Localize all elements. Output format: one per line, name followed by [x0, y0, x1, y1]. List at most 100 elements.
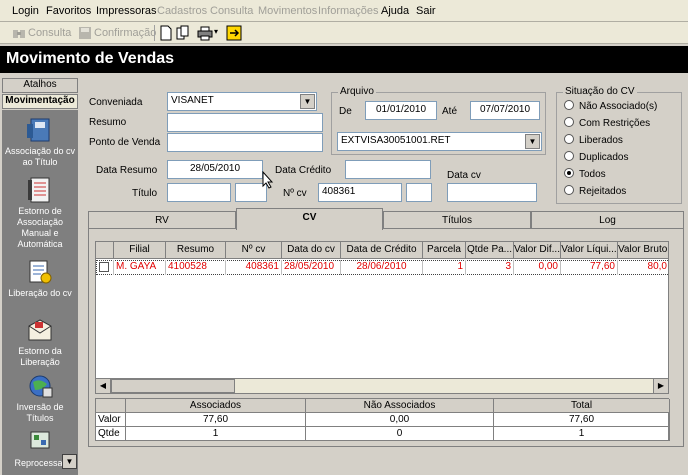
grid-header-select[interactable]: [96, 242, 114, 259]
numero-cv-sub-input[interactable]: [406, 183, 432, 202]
document-icon: [29, 260, 52, 284]
window-title: Movimento de Vendas: [6, 50, 175, 67]
data-cv-input[interactable]: [447, 183, 537, 202]
exit-icon[interactable]: [226, 25, 242, 41]
grid-header-numero-cv[interactable]: Nº cv: [226, 242, 282, 259]
tab-cv[interactable]: CV: [236, 208, 383, 230]
menu-movimentos: Movimentos: [258, 5, 318, 17]
data-cv-label: Data cv: [447, 170, 481, 181]
sidebar-scroll-down-button[interactable]: ▼: [62, 454, 77, 469]
cell-numero-cv: 408361: [226, 260, 282, 275]
conveniada-select[interactable]: VISANET ▼: [167, 92, 317, 111]
grid-header-data-cv[interactable]: Data do cv: [282, 242, 341, 259]
sidebar-item-estorno-associacao[interactable]: Estorno de Associação Manual e Automátic…: [2, 176, 78, 250]
menu-consulta: Consulta: [210, 5, 254, 17]
radio-circle-icon: [564, 134, 574, 144]
sidebar-item-estorno-liberacao[interactable]: Estorno da Liberação: [2, 316, 78, 368]
totals-qtde-total: 1: [494, 427, 670, 441]
radio-circle-icon: [564, 151, 574, 161]
titulo-label: Título: [132, 188, 158, 199]
scroll-left-icon[interactable]: ◀: [96, 379, 111, 393]
sidebar-tab-atalhos[interactable]: Atalhos: [2, 78, 78, 93]
radio-circle-icon: [564, 117, 574, 127]
arquivo-file-select[interactable]: EXTVISA30051001.RET ▼: [337, 132, 542, 151]
radio-duplicados[interactable]: Duplicados: [564, 151, 628, 163]
grid-header-filial[interactable]: Filial: [114, 242, 166, 259]
totals-qtde-associados: 1: [126, 427, 306, 441]
grid-header-valor-liquido[interactable]: Valor Líqui...: [561, 242, 618, 259]
ponto-de-venda-input[interactable]: [167, 133, 323, 152]
arquivo-de-label: De: [339, 106, 352, 117]
arquivo-ate-input[interactable]: 07/07/2010: [470, 101, 540, 120]
toolbar: Consulta Confirmação ▾: [0, 22, 688, 44]
grid-header-valor-diferenca[interactable]: Valor Dif...: [514, 242, 561, 259]
tab-titulos[interactable]: Títulos: [383, 211, 531, 229]
grid-header-parcela[interactable]: Parcela: [423, 242, 466, 259]
data-resumo-input[interactable]: 28/05/2010: [167, 160, 263, 179]
radio-com-restricoes[interactable]: Com Restrições: [564, 117, 650, 129]
confirmacao-button[interactable]: Confirmação: [94, 27, 156, 39]
arquivo-ate-label: Até: [442, 106, 458, 117]
arquivo-de-input[interactable]: 01/01/2010: [365, 101, 437, 120]
grid-header-qtde-parcelas[interactable]: Qtde Pa...: [466, 242, 514, 259]
menu-cadastros: Cadastros: [157, 5, 208, 17]
resumo-input[interactable]: [167, 113, 323, 132]
cell-filial: M. GAYA: [114, 260, 166, 275]
sidebar-item-liberacao[interactable]: Liberação do cv: [2, 258, 78, 299]
sidebar-item-inversao[interactable]: Inversão de Títulos: [2, 372, 78, 424]
process-icon: [30, 431, 50, 449]
radio-rejeitados[interactable]: Rejeitados: [564, 185, 626, 197]
menu-login[interactable]: Login: [12, 5, 39, 17]
cell-resumo: 4100528: [166, 260, 226, 275]
totals-valor-associados: 77,60: [126, 413, 306, 427]
radio-checked-icon: [564, 168, 574, 178]
new-document-icon[interactable]: [159, 25, 173, 41]
binder-icon: [27, 118, 50, 142]
radio-circle-icon: [564, 185, 574, 195]
chevron-down-icon[interactable]: ▼: [525, 134, 540, 149]
sidebar-item-associacao[interactable]: Associação do cv ao Título: [2, 116, 78, 168]
grid-header-valor-bruto[interactable]: Valor Bruto...: [618, 242, 668, 259]
printer-icon[interactable]: [197, 25, 213, 41]
chevron-down-icon[interactable]: ▾: [214, 27, 218, 36]
data-credito-input[interactable]: [345, 160, 431, 179]
cell-valor-bruto: 80,0: [618, 260, 668, 275]
globe-icon: [29, 375, 53, 398]
radio-todos[interactable]: Todos: [564, 168, 606, 180]
situacao-group-title: Situação do CV: [563, 86, 637, 97]
menu-ajuda[interactable]: Ajuda: [381, 5, 409, 17]
consulta-button[interactable]: Consulta: [28, 27, 71, 39]
numero-cv-input[interactable]: 408361: [318, 183, 402, 202]
titulo-input[interactable]: [167, 183, 231, 202]
conveniada-label: Conveniada: [89, 97, 143, 108]
ponto-de-venda-label: Ponto de Venda: [89, 137, 161, 148]
totals-row-label-qtde: Qtde: [96, 427, 126, 441]
menu-impressoras[interactable]: Impressoras: [96, 5, 157, 17]
cell-valor-liquido: 77,60: [561, 260, 618, 275]
row-checkbox[interactable]: [96, 260, 114, 275]
menu-sair[interactable]: Sair: [416, 5, 436, 17]
menu-favoritos[interactable]: Favoritos: [46, 5, 91, 17]
scroll-thumb[interactable]: [111, 379, 235, 393]
totals-header-total: Total: [494, 399, 670, 413]
chevron-down-icon[interactable]: ▼: [300, 94, 315, 109]
binoculars-icon: [13, 30, 25, 38]
mouse-cursor-icon: [262, 171, 274, 189]
grid-header-resumo[interactable]: Resumo: [166, 242, 226, 259]
checkbox-icon[interactable]: [99, 262, 109, 272]
sidebar-tab-movimentacao[interactable]: Movimentação: [2, 94, 78, 109]
cell-valor-diferenca: 0,00: [514, 260, 561, 275]
tab-rv[interactable]: RV: [88, 211, 236, 229]
radio-nao-associados[interactable]: Não Associado(s): [564, 100, 657, 112]
data-credito-label: Data Crédito: [275, 165, 332, 176]
cell-data-cv: 28/05/2010: [282, 260, 341, 275]
grid-header-data-credito[interactable]: Data de Crédito: [341, 242, 423, 259]
copy-document-icon[interactable]: [176, 25, 190, 41]
radio-liberados[interactable]: Liberados: [564, 134, 623, 146]
totals-qtde-nao-associados: 0: [306, 427, 494, 441]
cell-data-credito: 28/06/2010: [341, 260, 423, 275]
grid-horizontal-scrollbar[interactable]: ◀ ▶: [95, 378, 669, 394]
tab-log[interactable]: Log: [531, 211, 684, 229]
totals-valor-total: 77,60: [494, 413, 670, 427]
scroll-right-icon[interactable]: ▶: [653, 379, 668, 393]
